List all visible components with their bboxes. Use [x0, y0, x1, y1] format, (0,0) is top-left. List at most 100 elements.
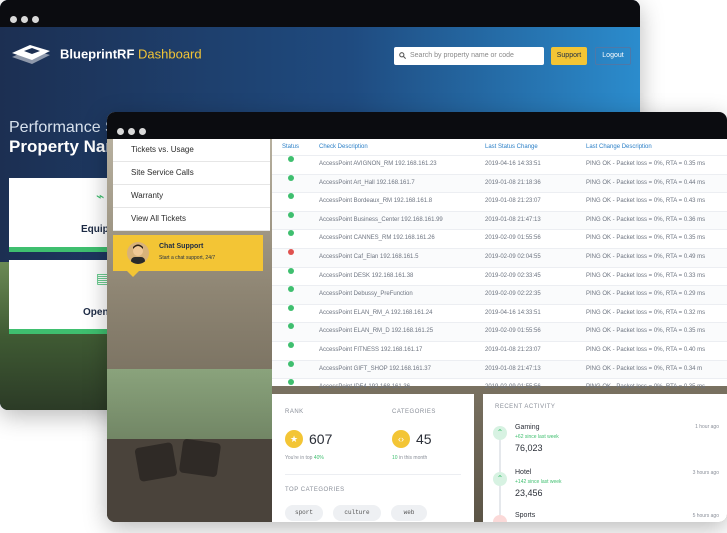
cell-desc: AccessPoint ELAN_RM_A 192.168.161.24	[319, 309, 433, 316]
front-window: Tickets vs. Usage Site Service Calls War…	[107, 112, 727, 522]
rank-value: 607	[309, 431, 333, 447]
brand-suffix: Dashboard	[138, 46, 202, 62]
menu-item-tickets-usage[interactable]: Tickets vs. Usage	[113, 139, 270, 162]
window-titlebar	[0, 0, 640, 27]
cell-change: PING OK - Packet loss = 0%, RTA = 0.40 m…	[586, 346, 706, 353]
search-placeholder: Search by property name or code	[410, 52, 514, 59]
equipment-card[interactable]: ⌁ Equipme	[9, 178, 123, 252]
cell-time: 2019-04-16 14:33:51	[485, 309, 541, 316]
categories-note: 10 in this month	[392, 455, 428, 461]
chat-subtitle: Start a chat support, 24/7	[159, 255, 216, 261]
brand-name: BlueprintRF	[60, 46, 135, 62]
cell-time: 2019-01-08 21:18:36	[485, 179, 541, 186]
cell-change: PING OK - Packet loss = 0%, RTA = 0.35 m…	[586, 235, 706, 242]
table-row[interactable]: AccessPoint GIFT_SHOP 192.168.161.37 2019…	[272, 359, 727, 379]
category-chip-web[interactable]: web	[391, 505, 427, 521]
support-button[interactable]: Support	[551, 47, 587, 65]
column-header[interactable]: Last Status Change	[485, 144, 538, 150]
cell-change: PING OK - Packet loss = 0%, RTA = 0.29 m…	[586, 291, 706, 298]
activity-delta: +142 since last week	[515, 479, 562, 485]
cell-time: 2019-02-09 02:33:45	[485, 272, 541, 279]
logout-button[interactable]: Logout	[595, 47, 631, 65]
cell-change: PING OK - Packet loss = 0%, RTA = 0.44 m…	[586, 179, 706, 186]
status-ok-icon	[288, 174, 294, 181]
cell-desc: AccessPoint Debussy_PreFunction	[319, 291, 413, 298]
cell-desc: AccessPoint Bordeaux_RM 192.168.161.8	[319, 198, 433, 205]
cell-time: 2019-04-16 14:33:51	[485, 161, 541, 167]
activity-time: 3 hours ago	[692, 470, 719, 476]
cell-change: PING OK - Packet loss = 0%, RTA = 0.33 m…	[586, 272, 706, 279]
cell-time: 2019-01-08 21:23:07	[485, 198, 541, 205]
top-categories-label: TOP CATEGORIES	[285, 487, 345, 493]
cell-desc: AccessPoint Art_Hall 192.168.161.7	[319, 179, 415, 186]
cell-desc: AccessPoint CANNES_RM 192.168.161.26	[319, 235, 435, 242]
table-row[interactable]: AccessPoint Caf_Elan 192.168.161.5 2019-0…	[272, 247, 727, 267]
cell-desc: AccessPoint FITNESS 192.168.161.17	[319, 346, 423, 353]
table-row[interactable]: AccessPoint Art_Hall 192.168.161.7 2019-0…	[272, 173, 727, 193]
sidebar-menu: Tickets vs. Usage Site Service Calls War…	[113, 139, 270, 231]
table-row[interactable]: AccessPoint Business_Center 192.168.161.…	[272, 210, 727, 230]
app-brand[interactable]: BlueprintRF Dashboard	[10, 43, 202, 67]
cell-desc: AccessPoint GIFT_SHOP 192.168.161.37	[319, 365, 431, 372]
table-row[interactable]: AccessPoint ELAN_RM_D 192.168.161.25 2019…	[272, 322, 727, 341]
categories-value: 45	[416, 431, 432, 447]
lobby-sofa-photo	[107, 438, 272, 522]
cell-desc: AccessPoint Business_Center 192.168.161.…	[319, 216, 443, 223]
hero-subtitle: Performance S	[9, 119, 116, 136]
column-header[interactable]: Last Change Description	[586, 144, 652, 150]
activity-value: 76,023	[515, 443, 543, 453]
chat-title: Chat Support	[159, 243, 204, 250]
column-header[interactable]: Check Description	[319, 144, 368, 150]
trend-up-icon: ⌃	[493, 426, 507, 440]
activity-time: 1 hour ago	[695, 424, 719, 430]
table-row[interactable]: AccessPoint FITNESS 192.168.161.17 2019-0…	[272, 340, 727, 360]
rank-note: You're in top 40%	[285, 455, 324, 461]
menu-item-view-all-tickets[interactable]: View All Tickets	[113, 208, 270, 231]
open-label: Open	[83, 307, 109, 318]
logo-icon	[10, 43, 52, 67]
cell-desc: AccessPoint ELAN_RM_D 192.168.161.25	[319, 328, 434, 335]
avatar	[127, 242, 149, 264]
status-ok-icon	[288, 360, 294, 367]
window-titlebar	[107, 112, 727, 139]
rank-panel: RANK ★ 607 You're in top 40% CATEGORIES …	[272, 394, 474, 522]
status-ok-icon	[288, 230, 294, 237]
cell-desc: AccessPoint Caf_Elan 192.168.161.5	[319, 253, 419, 260]
category-chip-sport[interactable]: sport	[285, 505, 323, 521]
star-icon: ★	[285, 430, 303, 448]
status-ok-icon	[288, 286, 294, 293]
cell-change: PING OK - Packet loss = 0%, RTA = 0.32 m…	[586, 309, 706, 316]
search-input[interactable]: Search by property name or code	[394, 47, 544, 65]
status-table: Status Check Description Last Status Cha…	[272, 139, 727, 390]
open-card[interactable]: ▤ Open	[9, 260, 113, 334]
cell-change: PING OK - Packet loss = 0%, RTA = 0.35 m…	[586, 328, 706, 335]
column-header[interactable]: Status	[282, 144, 299, 150]
table-row[interactable]: AccessPoint DESK 192.168.161.38 2019-02-0…	[272, 266, 727, 286]
trend-down-icon: ⌄	[493, 515, 507, 522]
cell-time: 2019-01-08 21:47:13	[485, 216, 541, 223]
activity-delta: +62 since last week	[515, 434, 559, 440]
menu-item-warranty[interactable]: Warranty	[113, 185, 270, 208]
table-row[interactable]: AccessPoint CANNES_RM 192.168.161.26 2019…	[272, 229, 727, 248]
chat-support-button[interactable]: Chat Support Start a chat support, 24/7	[113, 235, 263, 277]
cell-time: 2019-02-09 02:22:35	[485, 291, 541, 298]
table-row[interactable]: AccessPoint AVIGNON_RM 192.168.161.23 201…	[272, 155, 727, 174]
status-ok-icon	[288, 267, 294, 274]
status-ok-icon	[288, 304, 294, 311]
activity-name: Gaming	[515, 424, 540, 431]
status-ok-icon	[288, 341, 294, 348]
category-chip-culture[interactable]: culture	[333, 505, 381, 521]
table-row[interactable]: AccessPoint Debussy_PreFunction 2019-02-0…	[272, 285, 727, 304]
rank-label: RANK	[285, 409, 304, 415]
card-accent	[9, 329, 113, 334]
cell-change: PING OK - Packet loss = 0%, RTA = 0.43 m…	[586, 198, 706, 205]
code-icon: ‹›	[392, 430, 410, 448]
menu-item-site-service-calls[interactable]: Site Service Calls	[113, 162, 270, 185]
table-header: Status Check Description Last Status Cha…	[272, 139, 727, 155]
recent-activity-panel: RECENT ACTIVITY ⌃ Gaming +62 since last …	[483, 394, 727, 522]
activity-name: Sports	[515, 512, 536, 519]
cell-time: 2019-01-08 21:23:07	[485, 346, 541, 353]
table-row[interactable]: AccessPoint Bordeaux_RM 192.168.161.8 201…	[272, 192, 727, 211]
recent-activity-label: RECENT ACTIVITY	[495, 404, 556, 410]
table-row[interactable]: AccessPoint ELAN_RM_A 192.168.161.24 2019…	[272, 303, 727, 323]
